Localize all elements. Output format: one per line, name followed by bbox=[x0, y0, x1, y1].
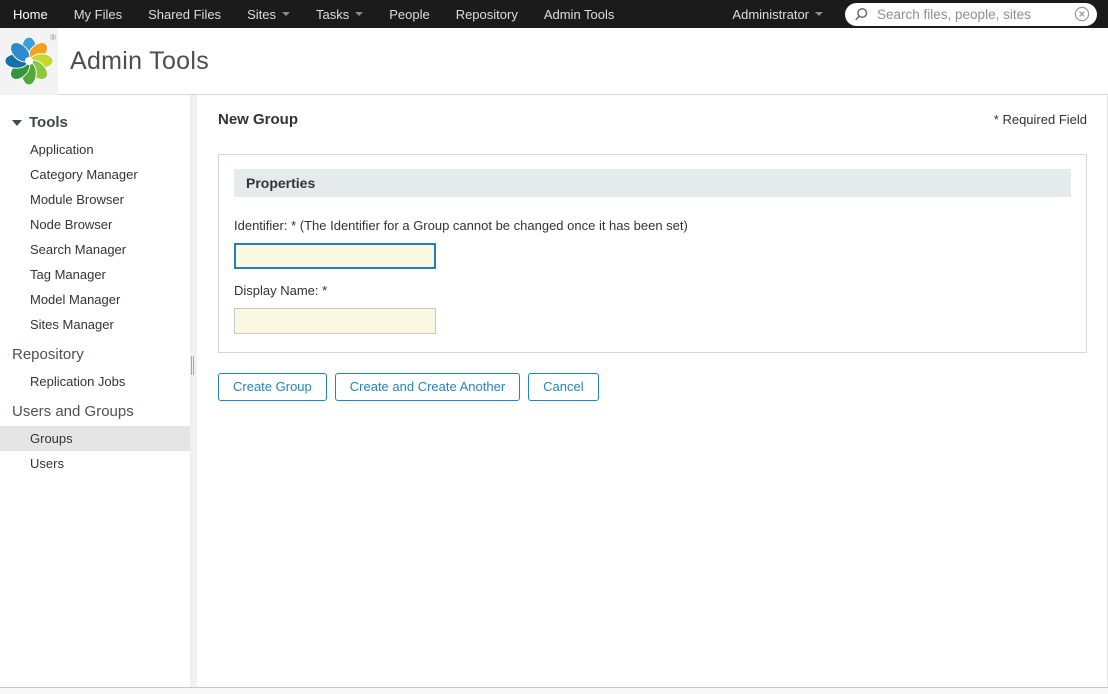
sidebar-group-label: Tools bbox=[29, 114, 68, 131]
chevron-down-icon bbox=[815, 12, 823, 16]
alfresco-logo[interactable]: ® bbox=[0, 27, 58, 95]
sidebar-group-header-tools[interactable]: Tools bbox=[0, 108, 190, 137]
sidebar-group-repository: Repository Replication Jobs bbox=[0, 340, 190, 394]
chevron-down-icon bbox=[281, 12, 290, 16]
nav-item-tasks[interactable]: Tasks bbox=[303, 0, 376, 28]
identifier-input[interactable] bbox=[234, 243, 436, 269]
nav-item-label: Admin Tools bbox=[543, 6, 615, 22]
nav-item-my-files[interactable]: My Files bbox=[61, 0, 135, 28]
top-navigation-bar: Home My Files Shared Files Sites Tasks P… bbox=[0, 0, 1108, 28]
nav-item-label: Home bbox=[13, 6, 48, 22]
properties-panel: Properties Identifier: * (The Identifier… bbox=[218, 154, 1087, 353]
identifier-field-label: Identifier: * (The Identifier for a Grou… bbox=[234, 218, 688, 233]
sidebar-group-label: Users and Groups bbox=[12, 403, 134, 420]
triangle-down-icon bbox=[12, 119, 22, 126]
user-menu[interactable]: Administrator bbox=[732, 7, 823, 22]
app-header: ® Admin Tools bbox=[0, 27, 1108, 95]
display-name-input[interactable] bbox=[234, 308, 436, 334]
sidebar-item-model-manager[interactable]: Model Manager bbox=[0, 287, 190, 312]
search-input[interactable] bbox=[877, 6, 1074, 22]
sidebar-item-category-manager[interactable]: Category Manager bbox=[0, 162, 190, 187]
sidebar-group-tools: Tools Application Category Manager Modul… bbox=[0, 108, 190, 337]
display-name-field-label: Display Name: * bbox=[234, 283, 328, 298]
sidebar-item-groups[interactable]: Groups bbox=[0, 426, 190, 451]
sidebar-item-users[interactable]: Users bbox=[0, 451, 190, 476]
footer-strip bbox=[0, 687, 1108, 694]
properties-panel-header: Properties bbox=[234, 169, 1071, 197]
sidebar-item-search-manager[interactable]: Search Manager bbox=[0, 237, 190, 262]
nav-item-people[interactable]: People bbox=[376, 0, 442, 28]
sidebar-group-label: Repository bbox=[12, 346, 84, 363]
nav-item-home[interactable]: Home bbox=[0, 0, 61, 28]
alfresco-flower-icon bbox=[4, 36, 54, 86]
nav-item-label: My Files bbox=[73, 6, 123, 22]
create-and-create-another-button[interactable]: Create and Create Another bbox=[334, 373, 521, 401]
content-area: Tools Application Category Manager Modul… bbox=[0, 95, 1108, 687]
main-panel: New Group * Required Field Properties Id… bbox=[197, 95, 1108, 687]
nav-item-repository[interactable]: Repository bbox=[443, 0, 531, 28]
nav-item-admin-tools[interactable]: Admin Tools bbox=[531, 0, 628, 28]
sidebar-group-users-and-groups: Users and Groups Groups Users bbox=[0, 397, 190, 476]
main-header: New Group * Required Field bbox=[218, 111, 1087, 128]
clear-search-icon[interactable] bbox=[1074, 6, 1090, 22]
nav-item-label: Sites bbox=[247, 6, 276, 22]
sidebar-group-header-users-and-groups[interactable]: Users and Groups bbox=[0, 397, 190, 426]
required-field-note: * Required Field bbox=[993, 112, 1087, 127]
create-group-button[interactable]: Create Group bbox=[218, 373, 327, 401]
search-box[interactable] bbox=[845, 2, 1097, 26]
user-menu-label: Administrator bbox=[732, 6, 809, 22]
nav-item-label: Tasks bbox=[315, 6, 350, 22]
sidebar-resize-splitter[interactable] bbox=[190, 95, 197, 687]
nav-item-shared-files[interactable]: Shared Files bbox=[135, 0, 234, 28]
sidebar-item-node-browser[interactable]: Node Browser bbox=[0, 212, 190, 237]
nav-item-label: Repository bbox=[455, 6, 518, 22]
form-button-row: Create Group Create and Create Another C… bbox=[218, 373, 1087, 401]
page-app-title: Admin Tools bbox=[70, 46, 210, 75]
sidebar-item-replication-jobs[interactable]: Replication Jobs bbox=[0, 369, 190, 394]
search-icon bbox=[854, 7, 869, 22]
sidebar-item-application[interactable]: Application bbox=[0, 137, 190, 162]
sidebar-item-module-browser[interactable]: Module Browser bbox=[0, 187, 190, 212]
sidebar: Tools Application Category Manager Modul… bbox=[0, 95, 190, 687]
sidebar-item-sites-manager[interactable]: Sites Manager bbox=[0, 312, 190, 337]
cancel-button[interactable]: Cancel bbox=[528, 373, 599, 401]
sidebar-group-header-repository[interactable]: Repository bbox=[0, 340, 190, 369]
chevron-down-icon bbox=[355, 12, 364, 16]
splitter-drag-handle-icon[interactable] bbox=[191, 356, 194, 375]
registered-trademark: ® bbox=[50, 32, 56, 42]
nav-item-label: Shared Files bbox=[148, 6, 222, 22]
page-title: New Group bbox=[218, 111, 299, 128]
nav-item-sites[interactable]: Sites bbox=[234, 0, 303, 28]
nav-item-label: People bbox=[389, 6, 430, 22]
sidebar-item-tag-manager[interactable]: Tag Manager bbox=[0, 262, 190, 287]
